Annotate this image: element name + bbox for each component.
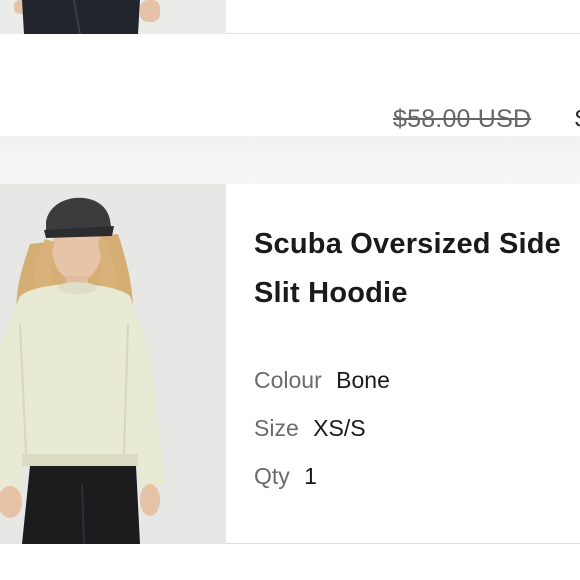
colour-attribute: Colour Bone (254, 367, 390, 394)
item-divider (0, 136, 580, 184)
size-label: Size (254, 415, 299, 441)
price-row: $58.00 USD $ (0, 35, 580, 136)
product-title-line-1: Scuba Oversized Side (254, 228, 562, 260)
page-bottom (0, 545, 580, 580)
colour-value: Bone (336, 367, 390, 393)
product-title-line-2: Slit Hoodie (254, 277, 408, 309)
quantity-attribute: Qty 1 (254, 463, 317, 490)
cart-item: Scuba Oversized Side Slit Hoodie Colour … (0, 184, 580, 544)
size-value: XS/S (313, 415, 366, 441)
sale-price-partial: $ (575, 105, 580, 134)
colour-label: Colour (254, 367, 322, 393)
product-title[interactable]: Scuba Oversized Side Slit Hoodie (254, 220, 580, 318)
size-attribute: Size XS/S (254, 415, 366, 442)
previous-item-image[interactable] (0, 0, 226, 34)
previous-cart-item (0, 0, 580, 34)
quantity-value: 1 (304, 463, 317, 489)
quantity-label: Qty (254, 463, 290, 489)
product-image[interactable] (0, 184, 226, 544)
original-price: $58.00 USD (393, 105, 532, 133)
